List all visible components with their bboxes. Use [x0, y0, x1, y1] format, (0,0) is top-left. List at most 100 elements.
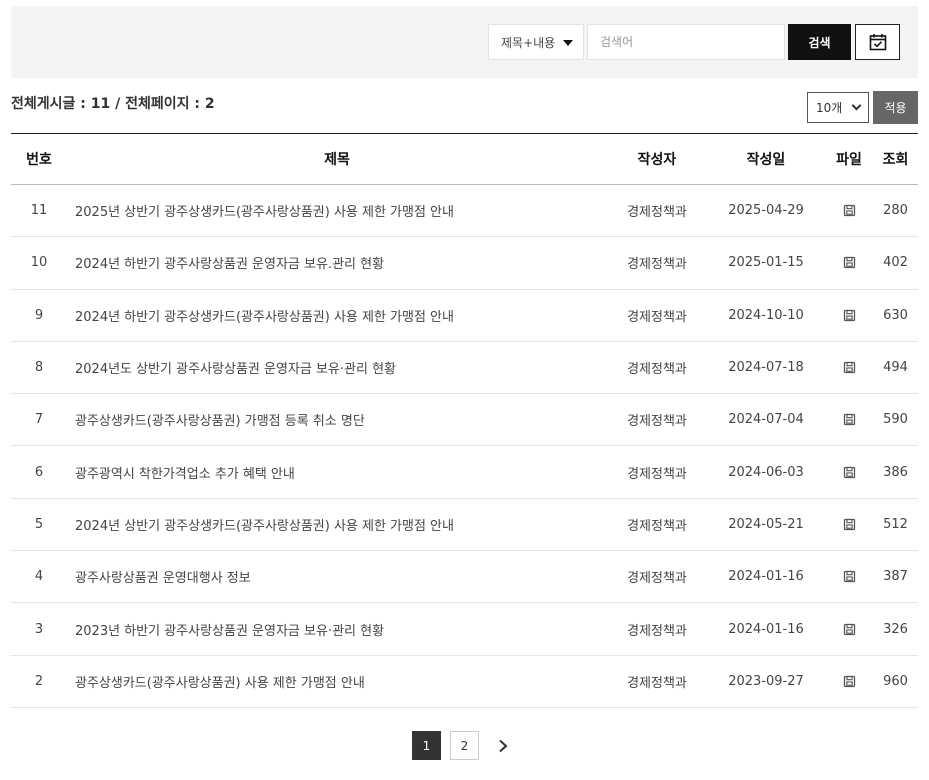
- table-row: 2 광주상생카드(광주사랑상품권) 사용 제한 가맹점 안내 경제정책과 2023-0…: [11, 655, 918, 708]
- cell-author: 경제정책과: [607, 602, 707, 656]
- cell-no: 5: [11, 498, 67, 552]
- cell-author: 경제정책과: [607, 184, 707, 238]
- cell-file[interactable]: [825, 655, 873, 708]
- apply-button[interactable]: 적용: [873, 91, 918, 124]
- file-icon: [843, 257, 855, 269]
- cell-author: 경제정책과: [607, 236, 707, 290]
- cell-author: 경제정책과: [607, 289, 707, 342]
- page-button-1[interactable]: 1: [412, 731, 441, 760]
- header-title: 제목: [67, 133, 607, 185]
- post-title-link[interactable]: 광주광역시 착한가격업소 추가 혜택 안내: [67, 445, 607, 499]
- file-icon: [843, 675, 855, 687]
- search-button[interactable]: 검색: [788, 24, 851, 60]
- cell-views: 630: [873, 289, 918, 342]
- search-bar: 제목+내용 검색: [11, 6, 918, 78]
- cell-date: 2024-10-10: [707, 289, 825, 342]
- cell-file[interactable]: [825, 393, 873, 447]
- cell-views: 960: [873, 655, 918, 708]
- table-body: 11 2025년 상반기 광주상생카드(광주사랑상품권) 사용 제한 가맹점 안내…: [11, 184, 918, 708]
- calendar-button[interactable]: [855, 24, 900, 60]
- header-no: 번호: [11, 133, 67, 185]
- file-icon: [843, 204, 855, 217]
- table-row: 5 2024년 상반기 광주상생카드(광주사랑상품권) 사용 제한 가맹점 안내 경…: [11, 498, 918, 552]
- page-button-2[interactable]: 2: [450, 731, 479, 760]
- calendar-check-icon: [869, 34, 886, 51]
- cell-date: 2024-05-21: [707, 498, 825, 552]
- file-icon: [843, 623, 855, 635]
- header-file: 파일: [825, 133, 873, 185]
- cell-no: 4: [11, 550, 67, 604]
- header-views: 조회: [873, 133, 918, 185]
- cell-views: 326: [873, 602, 918, 656]
- cell-views: 512: [873, 498, 918, 552]
- cell-date: 2024-07-04: [707, 393, 825, 447]
- header-date: 작성일: [707, 133, 825, 185]
- header-author: 작성자: [607, 133, 707, 185]
- cell-no: 10: [11, 236, 67, 290]
- post-title-link[interactable]: 2023년 하반기 광주사랑상품권 운영자금 보유·관리 현황: [67, 602, 607, 656]
- cell-date: 2025-04-29: [707, 184, 825, 238]
- file-icon: [843, 571, 855, 583]
- cell-author: 경제정책과: [607, 445, 707, 499]
- table-row: 9 2024년 하반기 광주상생카드(광주사랑상품권) 사용 제한 가맹점 안내 경…: [11, 289, 918, 342]
- cell-views: 280: [873, 184, 918, 238]
- board-table: 번호 제목 작성자 작성일 파일 조회 11 2025년 상반기 광주상생카드(광…: [11, 133, 918, 708]
- post-title-link[interactable]: 광주상생카드(광주사랑상품권) 가맹점 등록 취소 명단: [67, 393, 607, 447]
- cell-no: 2: [11, 655, 67, 708]
- chevron-down-icon: [851, 100, 862, 111]
- search-field-select[interactable]: 제목+내용: [488, 24, 584, 60]
- cell-file[interactable]: [825, 289, 873, 342]
- next-page-button[interactable]: [488, 731, 517, 760]
- post-title-link[interactable]: 2024년 하반기 광주사랑상품권 운영자금 보유.관리 현황: [67, 236, 607, 290]
- post-title-link[interactable]: 2024년 상반기 광주상생카드(광주사랑상품권) 사용 제한 가맹점 안내: [67, 498, 607, 552]
- cell-no: 3: [11, 602, 67, 656]
- cell-date: 2023-09-27: [707, 655, 825, 708]
- cell-date: 2024-06-03: [707, 445, 825, 499]
- cell-no: 8: [11, 341, 67, 395]
- post-summary: 전체게시글 : 11 / 전체페이지 : 2: [11, 96, 215, 112]
- table-row: 11 2025년 상반기 광주상생카드(광주사랑상품권) 사용 제한 가맹점 안내…: [11, 184, 918, 238]
- cell-no: 11: [11, 184, 67, 238]
- cell-date: 2024-01-16: [707, 550, 825, 604]
- cell-no: 7: [11, 393, 67, 447]
- cell-file[interactable]: [825, 184, 873, 238]
- cell-author: 경제정책과: [607, 498, 707, 552]
- post-title-link[interactable]: 2024년 하반기 광주상생카드(광주사랑상품권) 사용 제한 가맹점 안내: [67, 289, 607, 342]
- post-title-link[interactable]: 2025년 상반기 광주상생카드(광주사랑상품권) 사용 제한 가맹점 안내: [67, 184, 607, 238]
- cell-file[interactable]: [825, 498, 873, 552]
- cell-date: 2025-01-15: [707, 236, 825, 290]
- table-row: 7 광주상생카드(광주사랑상품권) 가맹점 등록 취소 명단 경제정책과 2024-0…: [11, 393, 918, 447]
- cell-file[interactable]: [825, 236, 873, 290]
- cell-author: 경제정책과: [607, 341, 707, 395]
- cell-views: 387: [873, 550, 918, 604]
- post-title-link[interactable]: 광주사랑상품권 운영대행사 정보: [67, 550, 607, 604]
- post-title-link[interactable]: 2024년도 상반기 광주사랑상품권 운영자금 보유·관리 현황: [67, 341, 607, 395]
- search-input[interactable]: [587, 24, 785, 60]
- cell-file[interactable]: [825, 341, 873, 395]
- table-row: 3 2023년 하반기 광주사랑상품권 운영자금 보유·관리 현황 경제정책과 202…: [11, 602, 918, 656]
- search-field-selected: 제목+내용: [501, 35, 556, 50]
- cell-file[interactable]: [825, 445, 873, 499]
- cell-views: 402: [873, 236, 918, 290]
- cell-views: 494: [873, 341, 918, 395]
- table-row: 8 2024년도 상반기 광주사랑상품권 운영자금 보유·관리 현황 경제정책과 20…: [11, 341, 918, 395]
- cell-date: 2024-01-16: [707, 602, 825, 656]
- cell-author: 경제정책과: [607, 550, 707, 604]
- table-row: 4 광주사랑상품권 운영대행사 정보 경제정책과 2024-01-16 387: [11, 550, 918, 604]
- chevron-right-icon: [498, 739, 507, 752]
- page-size-selected: 10개: [816, 101, 843, 115]
- file-icon: [843, 309, 855, 321]
- cell-file[interactable]: [825, 602, 873, 656]
- cell-author: 경제정책과: [607, 393, 707, 447]
- cell-no: 6: [11, 445, 67, 499]
- file-icon: [843, 518, 855, 531]
- page-size-select[interactable]: 10개: [807, 92, 869, 123]
- cell-views: 386: [873, 445, 918, 499]
- post-title-link[interactable]: 광주상생카드(광주사랑상품권) 사용 제한 가맹점 안내: [67, 655, 607, 708]
- pagination: 1 2: [412, 731, 517, 760]
- file-icon: [843, 466, 855, 478]
- cell-file[interactable]: [825, 550, 873, 604]
- table-header-row: 번호 제목 작성자 작성일 파일 조회: [11, 133, 918, 185]
- cell-date: 2024-07-18: [707, 341, 825, 395]
- file-icon: [843, 361, 855, 374]
